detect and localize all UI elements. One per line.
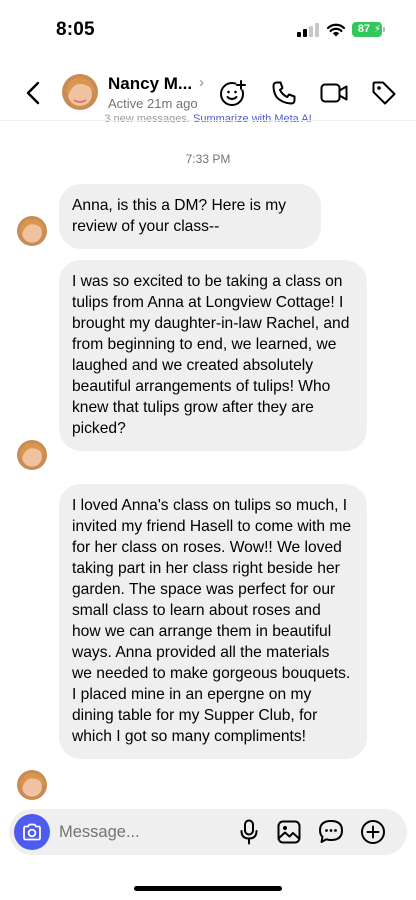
plus-icon xyxy=(361,820,385,844)
chevron-left-icon xyxy=(26,81,40,105)
tag-icon xyxy=(372,81,396,105)
message-input[interactable] xyxy=(59,809,229,855)
gallery-icon xyxy=(277,820,301,844)
more-options-button[interactable] xyxy=(359,818,387,846)
message-composer xyxy=(9,809,407,855)
battery-level: 87 xyxy=(357,23,371,35)
battery-indicator: 87 ⚡ xyxy=(352,22,382,37)
back-button[interactable] xyxy=(20,78,46,108)
chevron-right-icon[interactable]: › xyxy=(199,74,204,91)
wifi-icon xyxy=(326,23,346,37)
gallery-button[interactable] xyxy=(275,818,303,846)
message-bubble[interactable]: I was so excited to be taking a class on… xyxy=(59,260,367,451)
home-indicator[interactable] xyxy=(134,886,282,891)
call-button[interactable] xyxy=(269,78,299,108)
sender-avatar xyxy=(17,216,47,246)
add-effect-button[interactable] xyxy=(218,78,248,108)
sticker-button[interactable] xyxy=(317,818,345,846)
message-bubble[interactable]: I loved Anna's class on tulips so much, … xyxy=(59,484,367,759)
camera-icon xyxy=(23,823,41,841)
contact-avatar[interactable] xyxy=(62,74,98,110)
new-messages-banner: 3 new messages. Summarize with Meta AI xyxy=(0,113,416,123)
camera-button[interactable] xyxy=(14,814,50,850)
charging-icon: ⚡ xyxy=(373,24,381,35)
battery-cap xyxy=(383,27,385,32)
phone-icon xyxy=(272,81,296,105)
contact-active-status: Active 21m ago xyxy=(108,96,198,111)
label-button[interactable] xyxy=(369,78,399,108)
voice-message-button[interactable] xyxy=(235,818,263,846)
header-divider xyxy=(0,120,416,121)
summarize-link[interactable]: Summarize with Meta AI xyxy=(193,113,312,123)
sender-avatar xyxy=(17,770,47,800)
status-bar: 8:05 87 ⚡ xyxy=(0,0,416,58)
new-messages-text: 3 new messages. xyxy=(104,113,190,123)
status-time: 8:05 xyxy=(56,19,95,40)
microphone-icon xyxy=(240,819,258,845)
add-effect-icon xyxy=(220,80,246,106)
video-call-button[interactable] xyxy=(319,78,349,108)
sender-avatar xyxy=(17,440,47,470)
contact-name[interactable]: Nancy M... xyxy=(108,74,192,94)
video-icon xyxy=(320,83,348,103)
signal-icon xyxy=(297,23,319,37)
sticker-icon xyxy=(319,820,343,843)
message-bubble[interactable]: Anna, is this a DM? Here is my review of… xyxy=(59,184,321,249)
message-timestamp: 7:33 PM xyxy=(185,152,231,166)
